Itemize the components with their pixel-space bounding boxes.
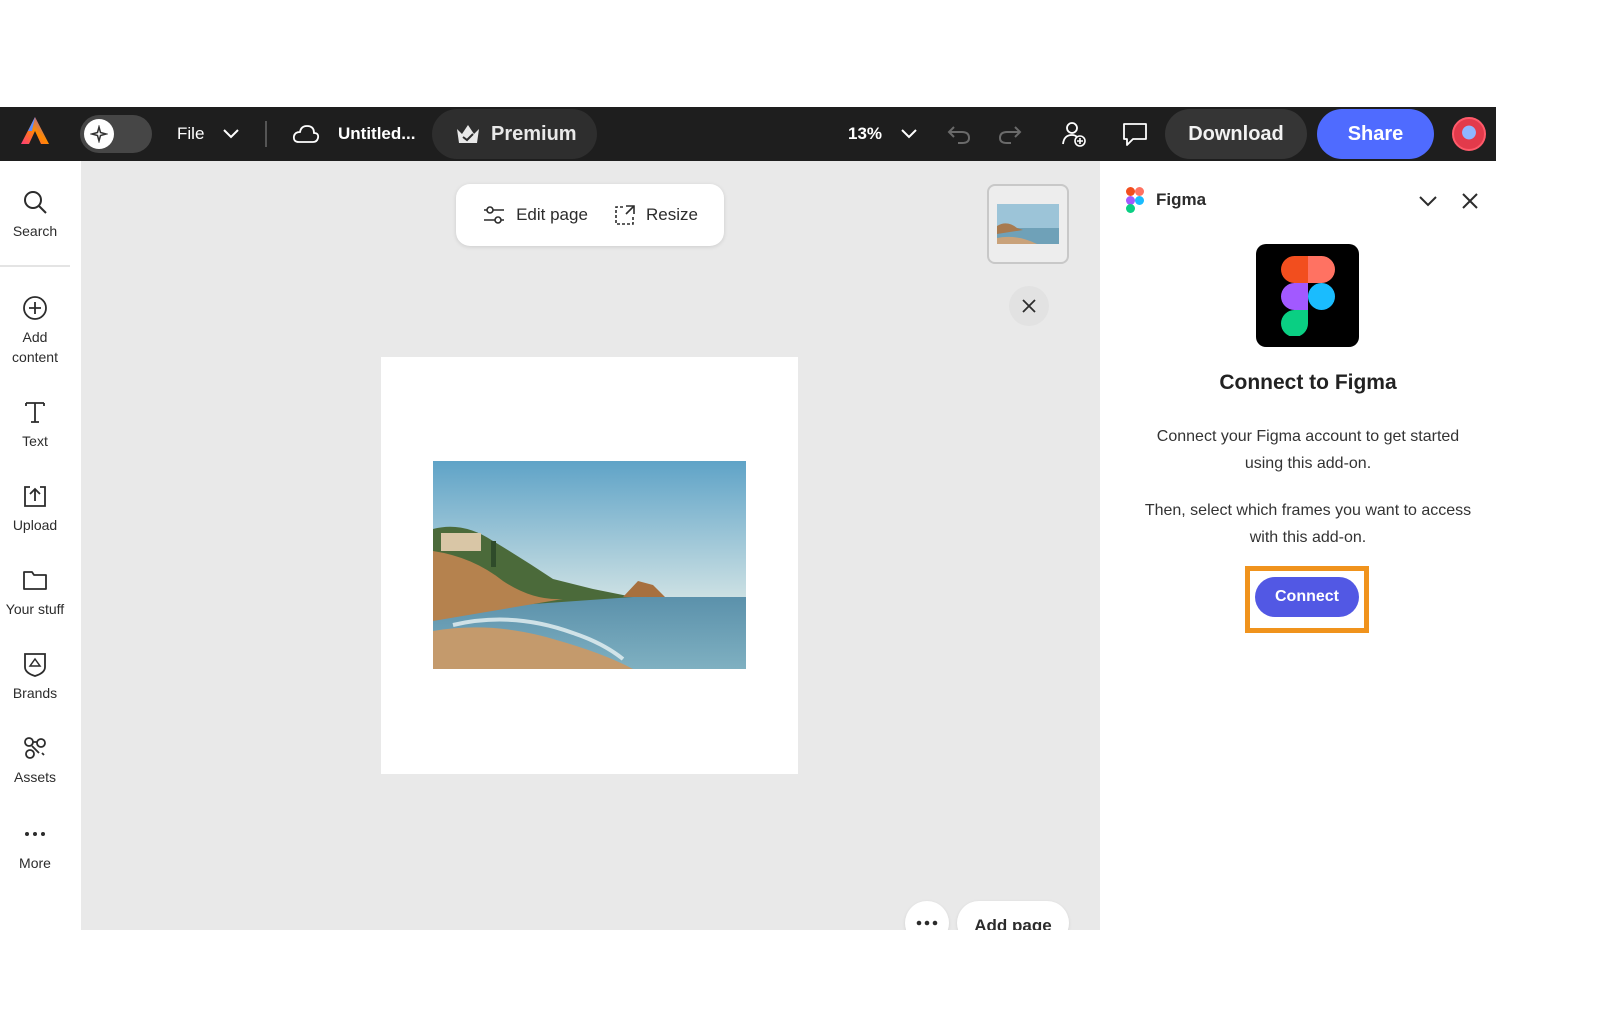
page-options-button[interactable] bbox=[905, 901, 949, 930]
share-button[interactable]: Share bbox=[1317, 109, 1434, 159]
connect-description: Connect your Figma account to get starte… bbox=[1156, 428, 1460, 472]
document-title[interactable]: Untitled... bbox=[338, 107, 415, 161]
chevron-down-icon bbox=[900, 128, 918, 140]
file-menu[interactable]: File bbox=[177, 107, 240, 161]
frames-description: Then, select which frames you want to ac… bbox=[1144, 502, 1472, 546]
premium-button[interactable]: Premium bbox=[432, 109, 597, 159]
download-button[interactable]: Download bbox=[1165, 109, 1307, 159]
figma-logo-icon bbox=[1126, 187, 1144, 213]
crown-icon bbox=[455, 123, 481, 145]
edit-page-label: Edit page bbox=[516, 205, 588, 224]
connect-button[interactable]: Connect bbox=[1255, 577, 1359, 617]
beach-photo[interactable] bbox=[433, 461, 746, 669]
edit-page-button[interactable]: Edit page bbox=[482, 204, 588, 226]
text-icon bbox=[25, 402, 45, 423]
app-logo-icon[interactable] bbox=[18, 114, 52, 148]
rail-item-label: Upload bbox=[12, 517, 58, 533]
zoom-level: 13% bbox=[848, 124, 883, 143]
plus-circle-icon bbox=[23, 296, 47, 320]
add-page-button[interactable]: Add page bbox=[957, 901, 1069, 930]
rail-item-assets[interactable]: Assets bbox=[0, 735, 70, 787]
rail-item-label: Text bbox=[22, 433, 48, 449]
redo-icon[interactable] bbox=[997, 121, 1023, 147]
connect-title: Connect to Figma bbox=[1219, 371, 1397, 394]
rail-item-text[interactable]: Text bbox=[0, 399, 70, 451]
rail-item-your-stuff[interactable]: Your stuff bbox=[0, 567, 70, 619]
comment-icon[interactable] bbox=[1121, 120, 1149, 148]
page-toolbar: Edit page Resize bbox=[456, 184, 724, 246]
ellipsis-icon bbox=[916, 920, 938, 926]
rail-divider bbox=[0, 265, 70, 267]
top-bar: File Untitled... Premium 13% Download Sh… bbox=[0, 107, 1496, 161]
file-menu-label: File bbox=[177, 124, 205, 143]
folder-icon bbox=[23, 571, 47, 590]
search-icon bbox=[24, 191, 47, 214]
avatar[interactable] bbox=[1452, 117, 1486, 151]
brands-icon bbox=[24, 653, 46, 677]
sparkle-icon bbox=[84, 119, 114, 149]
resize-label: Resize bbox=[645, 205, 698, 224]
assets-icon bbox=[24, 737, 46, 759]
undo-icon[interactable] bbox=[946, 121, 972, 147]
resize-icon bbox=[615, 205, 635, 225]
rail-item-label: Assets bbox=[13, 769, 56, 785]
resize-button[interactable]: Resize bbox=[614, 204, 698, 226]
invite-user-icon[interactable] bbox=[1061, 120, 1087, 148]
page-thumbnail[interactable] bbox=[987, 184, 1069, 264]
rail-item-upload[interactable]: Upload bbox=[0, 483, 70, 535]
zoom-dropdown[interactable]: 13% bbox=[848, 107, 918, 161]
ai-mode-toggle[interactable] bbox=[80, 115, 152, 153]
chevron-down-icon bbox=[222, 128, 240, 140]
highlight-outline: Connect bbox=[1245, 566, 1369, 633]
upload-icon bbox=[24, 486, 46, 507]
close-icon[interactable] bbox=[1009, 286, 1049, 326]
chevron-down-icon[interactable] bbox=[1418, 194, 1438, 208]
rail-item-label: Brands bbox=[12, 685, 58, 701]
rail-item-label: More bbox=[19, 855, 51, 871]
rail-item-label: Search bbox=[12, 223, 58, 239]
rail-item-more[interactable]: More bbox=[0, 821, 70, 873]
addon-panel: Figma Connect to Figma Connect your Figm… bbox=[1100, 161, 1496, 930]
addon-name: Figma bbox=[1156, 190, 1207, 209]
cloud-icon[interactable] bbox=[292, 123, 320, 145]
rail-item-add-content[interactable]: Add content bbox=[0, 295, 70, 367]
panel-header: Figma bbox=[1126, 187, 1206, 213]
rail-item-search[interactable]: Search bbox=[0, 189, 70, 241]
rail-item-label: Add content bbox=[12, 329, 58, 365]
canvas-area: Edit page Resize Add page bbox=[81, 161, 1100, 930]
toolbar-divider bbox=[265, 121, 267, 147]
left-rail: Search Add content Text Upload Your stuf… bbox=[0, 161, 80, 930]
close-icon[interactable] bbox=[1460, 191, 1480, 211]
premium-label: Premium bbox=[491, 122, 577, 145]
rail-item-label: Your stuff bbox=[5, 601, 65, 617]
ellipsis-icon bbox=[25, 832, 45, 836]
design-page[interactable] bbox=[381, 357, 798, 774]
rail-item-brands[interactable]: Brands bbox=[0, 651, 70, 703]
figma-app-icon bbox=[1256, 244, 1359, 347]
sliders-icon bbox=[484, 206, 505, 224]
